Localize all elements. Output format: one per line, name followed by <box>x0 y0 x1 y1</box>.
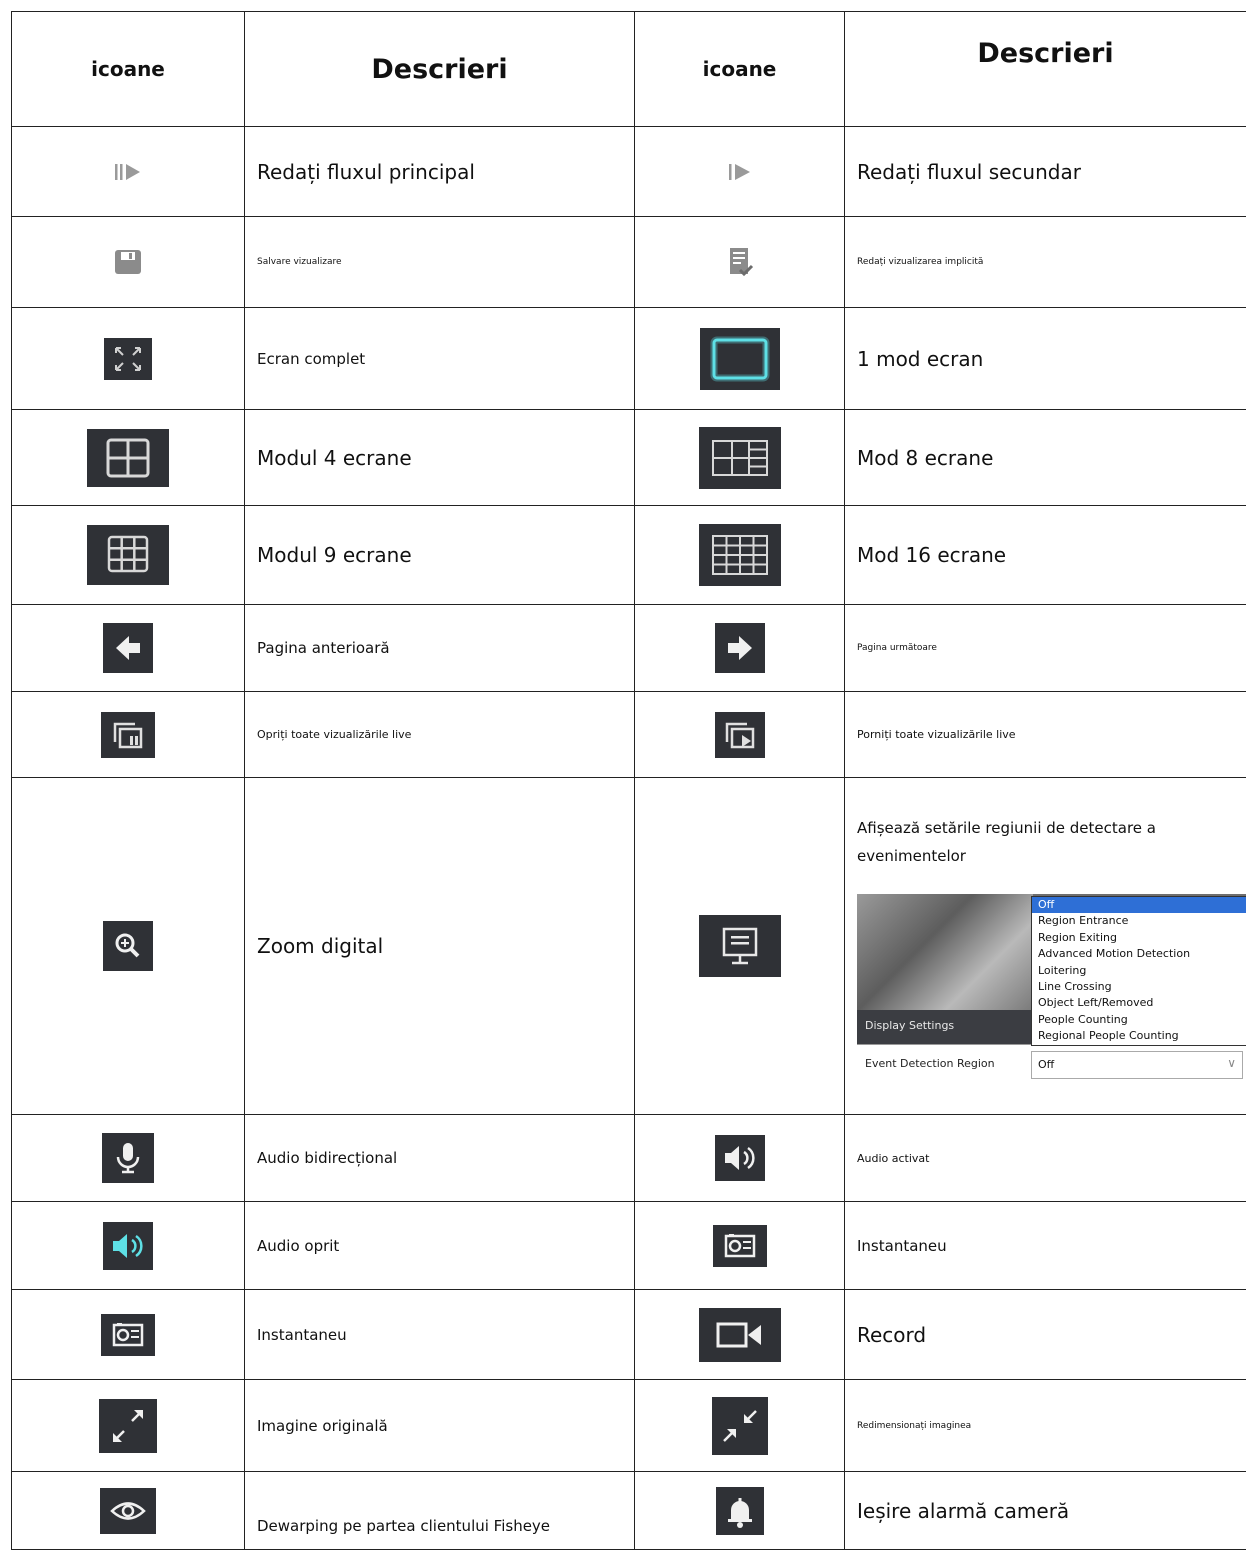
zoom-icon <box>103 921 153 971</box>
desc-nine-screen: Modul 9 ecrane <box>244 505 635 605</box>
dropdown-option[interactable]: Line Crossing <box>1032 979 1246 995</box>
event-detection-row: Event Detection Region Off ∨ <box>857 1044 1246 1084</box>
desc-audio-on: Audio activat <box>844 1114 1246 1202</box>
table-row: Ecran complet 1 mod ecran <box>11 307 1246 410</box>
header-icons-right: icoane <box>634 11 845 127</box>
dropdown-option[interactable]: Regional People Counting <box>1032 1028 1246 1044</box>
desc-play-sub-stream: Redați fluxul secundar <box>844 126 1246 217</box>
desc-eight-screen: Mod 8 ecrane <box>844 409 1246 506</box>
snapshot-icon <box>712 1224 767 1267</box>
shrink-icon <box>711 1396 768 1455</box>
table-row: Audio oprit Instantaneu <box>11 1201 1246 1290</box>
four-screen-icon <box>87 428 169 487</box>
table-row: Imagine originală Redimensionați imagine… <box>11 1379 1246 1472</box>
table-row: Redați fluxul principal Redați fluxul se… <box>11 126 1246 217</box>
table-row: Instantaneu Record <box>11 1289 1246 1380</box>
desc-start-all-live: Porniți toate vizualizările live <box>844 691 1246 778</box>
desc-four-screen: Modul 4 ecrane <box>244 409 635 506</box>
one-screen-icon <box>699 327 780 390</box>
header-row: icoane Descrieri icoane Descrieri <box>11 11 1246 127</box>
table-row: Dewarping pe partea clientului Fisheye I… <box>11 1471 1246 1550</box>
icon-description-table: icoane Descrieri icoane Descrieri Redați… <box>11 11 1246 1550</box>
desc-two-way-audio: Audio bidirecțional <box>244 1114 635 1202</box>
desc-one-screen: 1 mod ecran <box>844 307 1246 410</box>
table-row: Modul 4 ecrane Mod 8 ecrane <box>11 409 1246 506</box>
dropdown-option[interactable]: Region Entrance <box>1032 913 1246 929</box>
dropdown-option-off[interactable]: Off <box>1032 897 1246 914</box>
play-main-stream-icon <box>12 162 244 182</box>
display-settings-icon <box>698 915 781 977</box>
dropdown-option[interactable]: Object Left/Removed <box>1032 995 1246 1011</box>
event-detection-select[interactable]: Off ∨ <box>1031 1051 1243 1079</box>
nine-screen-icon <box>87 525 169 585</box>
dropdown-option[interactable]: Region Exiting <box>1032 930 1246 946</box>
desc-save-view: Salvare vizualizare <box>244 216 635 308</box>
stop-all-live-icon <box>101 711 155 758</box>
table-row: Pagina anterioară Pagina următoare <box>11 604 1246 692</box>
fullscreen-icon <box>104 337 152 380</box>
desc-record: Record <box>844 1289 1246 1380</box>
desc-audio-off: Audio oprit <box>244 1201 635 1290</box>
arrow-right-icon <box>714 623 765 673</box>
detection-screenshot: Display Settings Event Detection Region … <box>857 894 1246 1084</box>
table-row: Salvare vizualizare Redați vizualizarea … <box>11 216 1246 308</box>
record-icon <box>698 1307 781 1362</box>
chevron-down-icon: ∨ <box>1227 1056 1236 1070</box>
camera-preview <box>857 894 1033 1010</box>
desc-snapshot-left: Instantaneu <box>244 1289 635 1380</box>
desc-next-page: Pagina următoare <box>844 604 1246 692</box>
speaker-off-icon <box>103 1221 153 1270</box>
header-icons-left: icoane <box>11 11 245 127</box>
microphone-icon <box>102 1133 154 1183</box>
dropdown-option[interactable]: People Counting <box>1032 1012 1246 1028</box>
snapshot-icon <box>101 1313 155 1356</box>
event-detection-label: Event Detection Region <box>865 1057 995 1070</box>
detection-cell: Afișează setările regiunii de detectare … <box>844 777 1246 1115</box>
default-view-icon <box>635 246 844 278</box>
desc-snapshot-right: Instantaneu <box>844 1201 1246 1290</box>
speaker-on-icon <box>714 1135 765 1181</box>
desc-original-image: Imagine originală <box>244 1379 635 1472</box>
start-all-live-icon <box>714 711 765 758</box>
arrow-left-icon <box>103 623 153 673</box>
table-row: Modul 9 ecrane Mod 16 ecrane <box>11 505 1246 605</box>
desc-digital-zoom: Zoom digital <box>244 777 635 1115</box>
table-row: Zoom digital Afișează setările regiunii … <box>11 777 1246 1115</box>
desc-stop-all-live: Opriți toate vizualizările live <box>244 691 635 778</box>
desc-fullscreen: Ecran complet <box>244 307 635 410</box>
save-icon <box>12 248 244 276</box>
play-sub-stream-icon <box>635 162 844 182</box>
desc-play-main-stream: Redați fluxul principal <box>244 126 635 217</box>
desc-sixteen-screen: Mod 16 ecrane <box>844 505 1246 605</box>
desc-fisheye-dewarping: Dewarping pe partea clientului Fisheye <box>244 1471 635 1550</box>
desc-resize-image: Redimensionați imaginea <box>844 1379 1246 1472</box>
eye-icon <box>100 1487 156 1534</box>
dropdown-option[interactable]: Loitering <box>1032 963 1246 979</box>
eight-screen-icon <box>698 426 781 489</box>
sixteen-screen-icon <box>698 524 781 586</box>
desc-display-settings: Afișează setările regiunii de detectare … <box>857 819 1156 865</box>
bell-icon <box>715 1486 764 1535</box>
desc-default-view: Redați vizualizarea implicită <box>844 216 1246 308</box>
event-detection-dropdown: Off Region Entrance Region Exiting Advan… <box>1031 896 1246 1046</box>
desc-camera-alarm-output: Ieșire alarmă cameră <box>844 1471 1246 1550</box>
expand-icon <box>99 1398 157 1453</box>
header-desc-left: Descrieri <box>244 11 635 127</box>
table-row: Opriți toate vizualizările live Porniți … <box>11 691 1246 778</box>
dropdown-option[interactable]: Advanced Motion Detection <box>1032 946 1246 962</box>
desc-previous-page: Pagina anterioară <box>244 604 635 692</box>
table-row: Audio bidirecțional Audio activat <box>11 1114 1246 1202</box>
header-desc-right: Descrieri <box>844 11 1246 127</box>
